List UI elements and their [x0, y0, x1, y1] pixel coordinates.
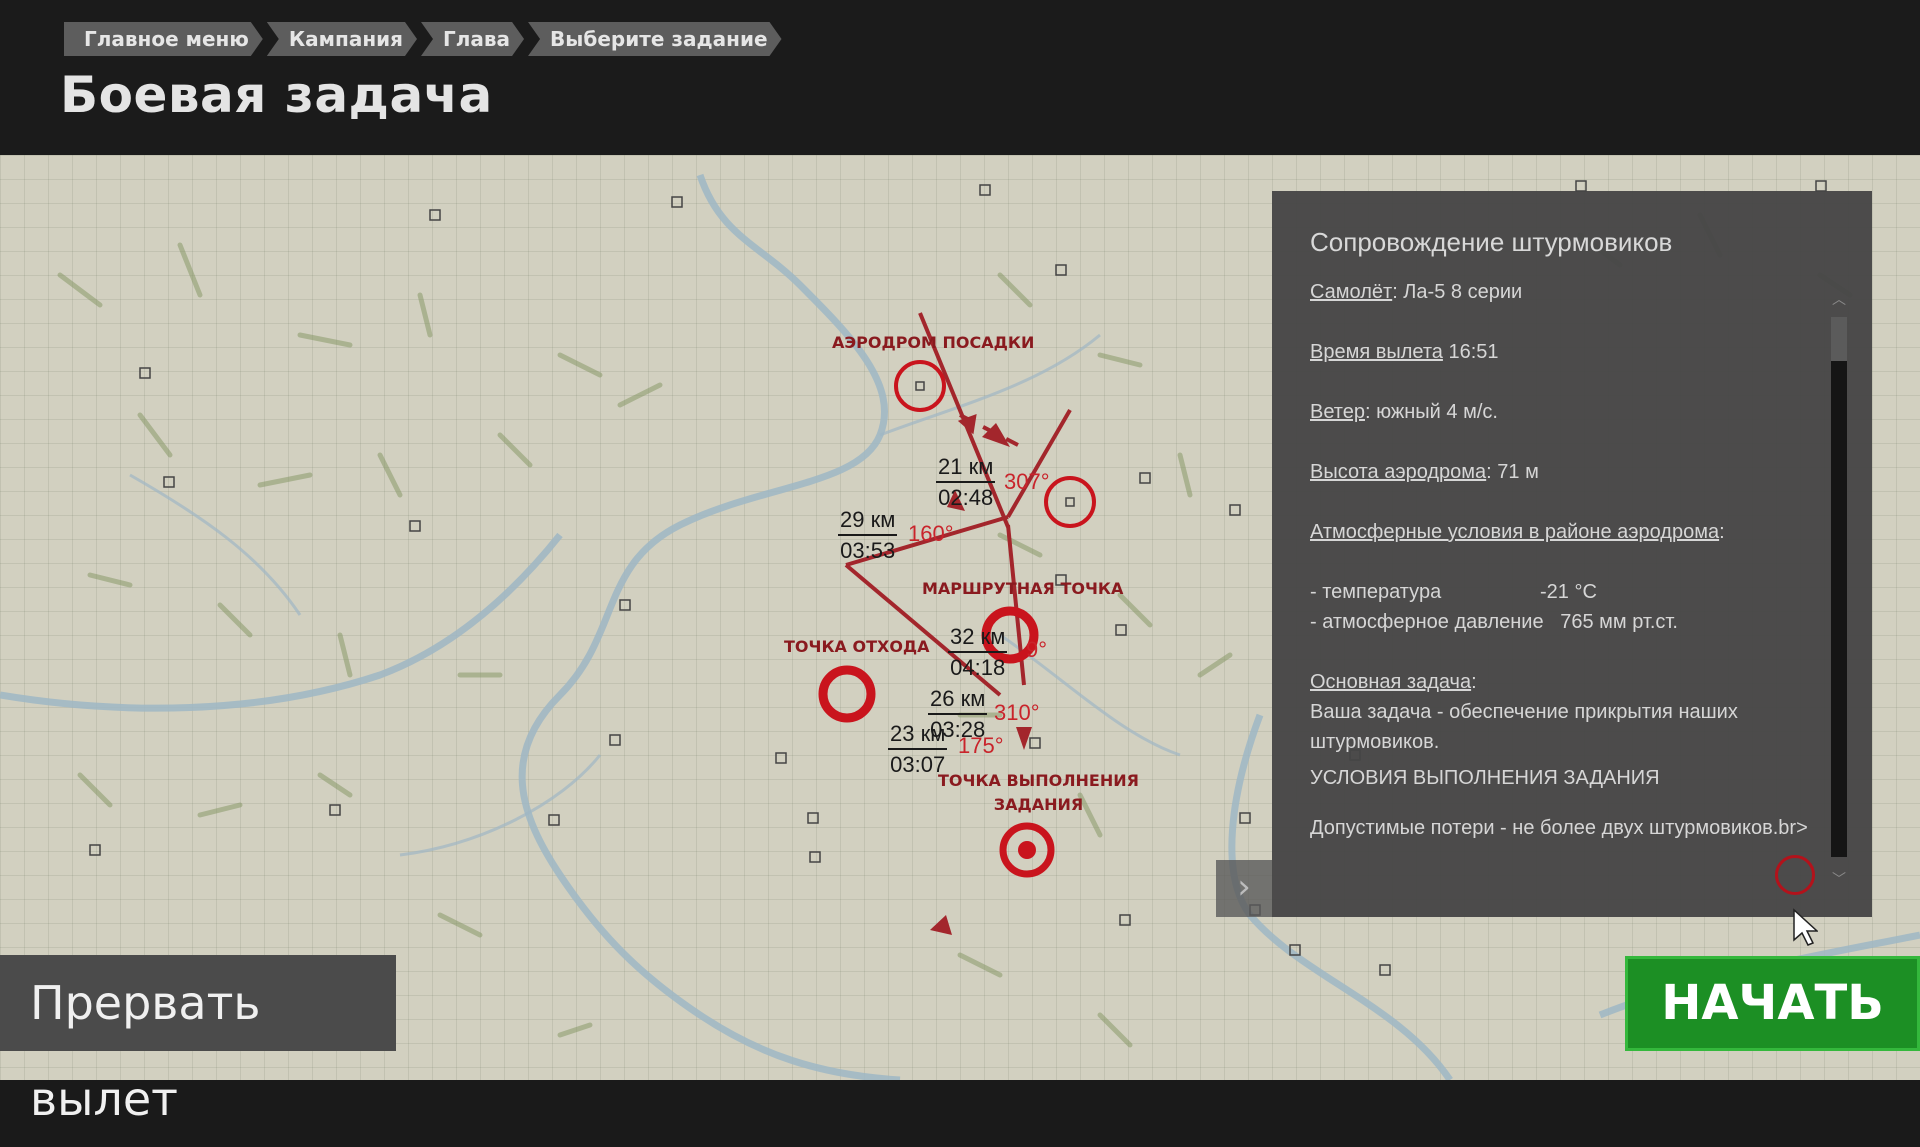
breadcrumb-select-mission[interactable]: Выберите задание: [528, 22, 781, 56]
mouse-cursor-icon: [1793, 908, 1818, 946]
main-task-link[interactable]: Основная задача: [1310, 671, 1471, 693]
aircraft-row: Самолёт: Ла-5 8 серии: [1310, 277, 1820, 307]
departure-time-link[interactable]: Время вылета: [1310, 341, 1443, 363]
wind-link[interactable]: Ветер: [1310, 401, 1365, 423]
objective-point-label-line2: ЗАДАНИЯ: [993, 795, 1084, 814]
breadcrumb-campaign[interactable]: Кампания: [267, 22, 417, 56]
egress-point-marker: [818, 665, 876, 723]
turn-point-marker: [1044, 476, 1096, 528]
departure-time-value: 16:51: [1442, 341, 1499, 363]
temperature-row: - температура -21 °C: [1310, 577, 1820, 607]
click-highlight-ring: [1775, 855, 1815, 895]
pressure-row: - атмосферное давление 765 мм рт.ст.: [1310, 607, 1820, 637]
start-mission-button[interactable]: НАЧАТЬ: [1625, 956, 1920, 1051]
main-task-row: Основная задача:: [1310, 667, 1820, 697]
header-bar: Главное меню Кампания Глава Выберите зад…: [0, 0, 1920, 155]
leg-info-2: 29 км 03:53: [838, 505, 898, 565]
leg-time: 03:53: [840, 538, 896, 563]
egress-point-label: ТОЧКА ОТХОДА: [784, 637, 930, 656]
scrollbar-track[interactable]: [1831, 317, 1847, 857]
breadcrumb-main-menu[interactable]: Главное меню: [64, 22, 263, 56]
weather-link[interactable]: Атмосферные условия в районе аэродрома: [1310, 521, 1719, 543]
leg-heading: 307°: [1004, 469, 1050, 494]
leg-heading: 310°: [994, 700, 1040, 725]
briefing-title: Сопровождение штурмовиков: [1310, 227, 1673, 257]
temperature-label: - температура: [1310, 581, 1442, 603]
conditions-header: УСЛОВИЯ ВЫПОЛНЕНИЯ ЗАДАНИЯ: [1310, 767, 1660, 789]
landing-airfield-marker: [894, 360, 946, 412]
leg-time: 03:07: [890, 752, 946, 777]
elevation-row: Высота аэродрома: 71 м: [1310, 457, 1820, 487]
mission-briefing-panel[interactable]: Сопровождение штурмовиков Самолёт: Ла-5 …: [1272, 191, 1872, 917]
aircraft-link[interactable]: Самолёт: [1310, 281, 1392, 303]
route-leg-waypoint-2: [1006, 408, 1072, 519]
abort-sortie-button[interactable]: Прервать вылет: [0, 955, 396, 1126]
objective-point-label: ТОЧКА ВЫПОЛНЕНИЯ ЗАДАНИЯ: [938, 769, 1139, 817]
breadcrumb: Главное меню Кампания Глава Выберите зад…: [64, 22, 786, 56]
weather-row: Атмосферные условия в районе аэродрома:: [1310, 517, 1820, 547]
leg-info-3: 32 км 04:18: [948, 622, 1008, 682]
weather-colon: :: [1719, 521, 1725, 543]
scroll-down-icon[interactable]: ﹀: [1831, 869, 1847, 888]
leg-time: 02:48: [938, 485, 994, 510]
route-arrow: [930, 915, 952, 935]
leg-time: 04:18: [950, 655, 1006, 680]
pressure-label: - атмосферное давление: [1310, 611, 1544, 633]
main-task-colon: :: [1471, 671, 1477, 693]
departure-row: Время вылета 16:51: [1310, 337, 1820, 367]
wind-value: : южный 4 м/с.: [1364, 401, 1498, 423]
leg-distance: 23 км: [888, 719, 948, 750]
aircraft-value: : Ла-5 8 серии: [1392, 281, 1523, 303]
elevation-value: : 71 м: [1486, 461, 1539, 483]
leg-distance: 29 км: [838, 505, 898, 536]
leg-heading: 175°: [958, 733, 1004, 758]
page-title: Боевая задача: [60, 66, 493, 124]
waypoint-label: МАРШРУТНАЯ ТОЧКА: [922, 579, 1124, 598]
main-task-text: Ваша задача - обеспечение прикрытия наши…: [1310, 701, 1738, 753]
leg-distance: 26 км: [928, 684, 988, 715]
temperature-value: -21 °C: [1540, 581, 1597, 603]
leg-distance: 32 км: [948, 622, 1008, 653]
leg-info-5: 23 км 03:07: [888, 719, 948, 779]
leg-info-1: 21 км 02:48: [936, 452, 996, 512]
landing-airfield-label: АЭРОДРОМ ПОСАДКИ: [832, 333, 1035, 352]
wind-row: Ветер: южный 4 м/с.: [1310, 397, 1820, 427]
conditions-text: Допустимые потери - не более двух штурмо…: [1310, 817, 1808, 839]
scrollbar-thumb[interactable]: [1831, 317, 1847, 361]
leg-heading: 160°: [908, 521, 954, 546]
leg-heading: 9°: [1026, 637, 1048, 662]
scroll-up-icon[interactable]: ︿: [1831, 289, 1847, 308]
leg-distance: 21 км: [936, 452, 996, 483]
objective-point-label-line1: ТОЧКА ВЫПОЛНЕНИЯ: [938, 771, 1139, 790]
pressure-value: 765 мм рт.ст.: [1560, 611, 1678, 633]
briefing-content: Самолёт: Ла-5 8 серии Время вылета 16:51…: [1310, 269, 1820, 843]
breadcrumb-chapter[interactable]: Глава: [421, 22, 524, 56]
chevron-right-icon[interactable]: ›: [1216, 860, 1272, 917]
elevation-link[interactable]: Высота аэродрома: [1310, 461, 1486, 483]
